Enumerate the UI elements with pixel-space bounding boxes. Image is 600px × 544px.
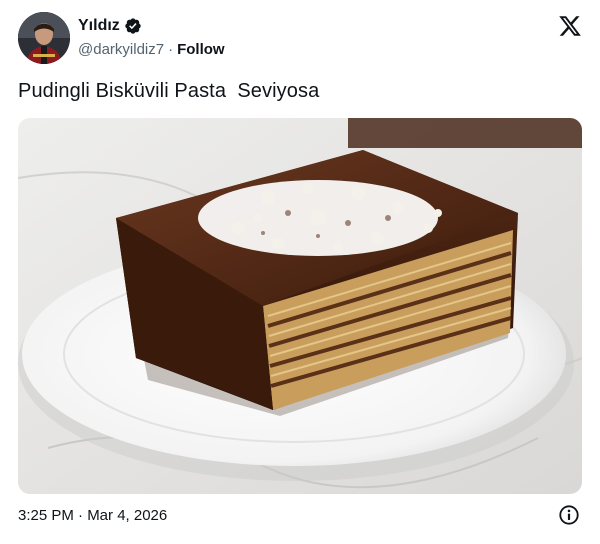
display-name[interactable]: Yıldız bbox=[78, 17, 120, 35]
separator-dot: · bbox=[168, 41, 174, 58]
cake-photo-image bbox=[18, 118, 582, 494]
timestamp[interactable]: 3:25 PM · Mar 4, 2026 bbox=[18, 507, 167, 524]
handle-row: @darkyildiz7 · Follow bbox=[78, 41, 225, 58]
avatar-image bbox=[18, 12, 70, 64]
info-icon[interactable] bbox=[558, 504, 580, 526]
tweet-text: Pudingli Bisküvili Pasta Seviyosa bbox=[18, 80, 320, 102]
tweet-header: Yıldız @darkyildiz7 · Follow bbox=[18, 12, 582, 66]
author-handle[interactable]: @darkyildiz7 bbox=[78, 41, 164, 58]
follow-button[interactable]: Follow bbox=[177, 41, 225, 58]
name-row: Yıldız bbox=[78, 17, 142, 35]
avatar[interactable] bbox=[18, 12, 70, 64]
x-logo-icon[interactable] bbox=[558, 14, 582, 38]
verified-badge-icon bbox=[124, 17, 142, 35]
tweet-footer: 3:25 PM · Mar 4, 2026 bbox=[18, 504, 582, 528]
tweet-card: Yıldız @darkyildiz7 · Follow Pudingli Bi… bbox=[0, 0, 600, 544]
tweet-photo[interactable] bbox=[18, 118, 582, 494]
